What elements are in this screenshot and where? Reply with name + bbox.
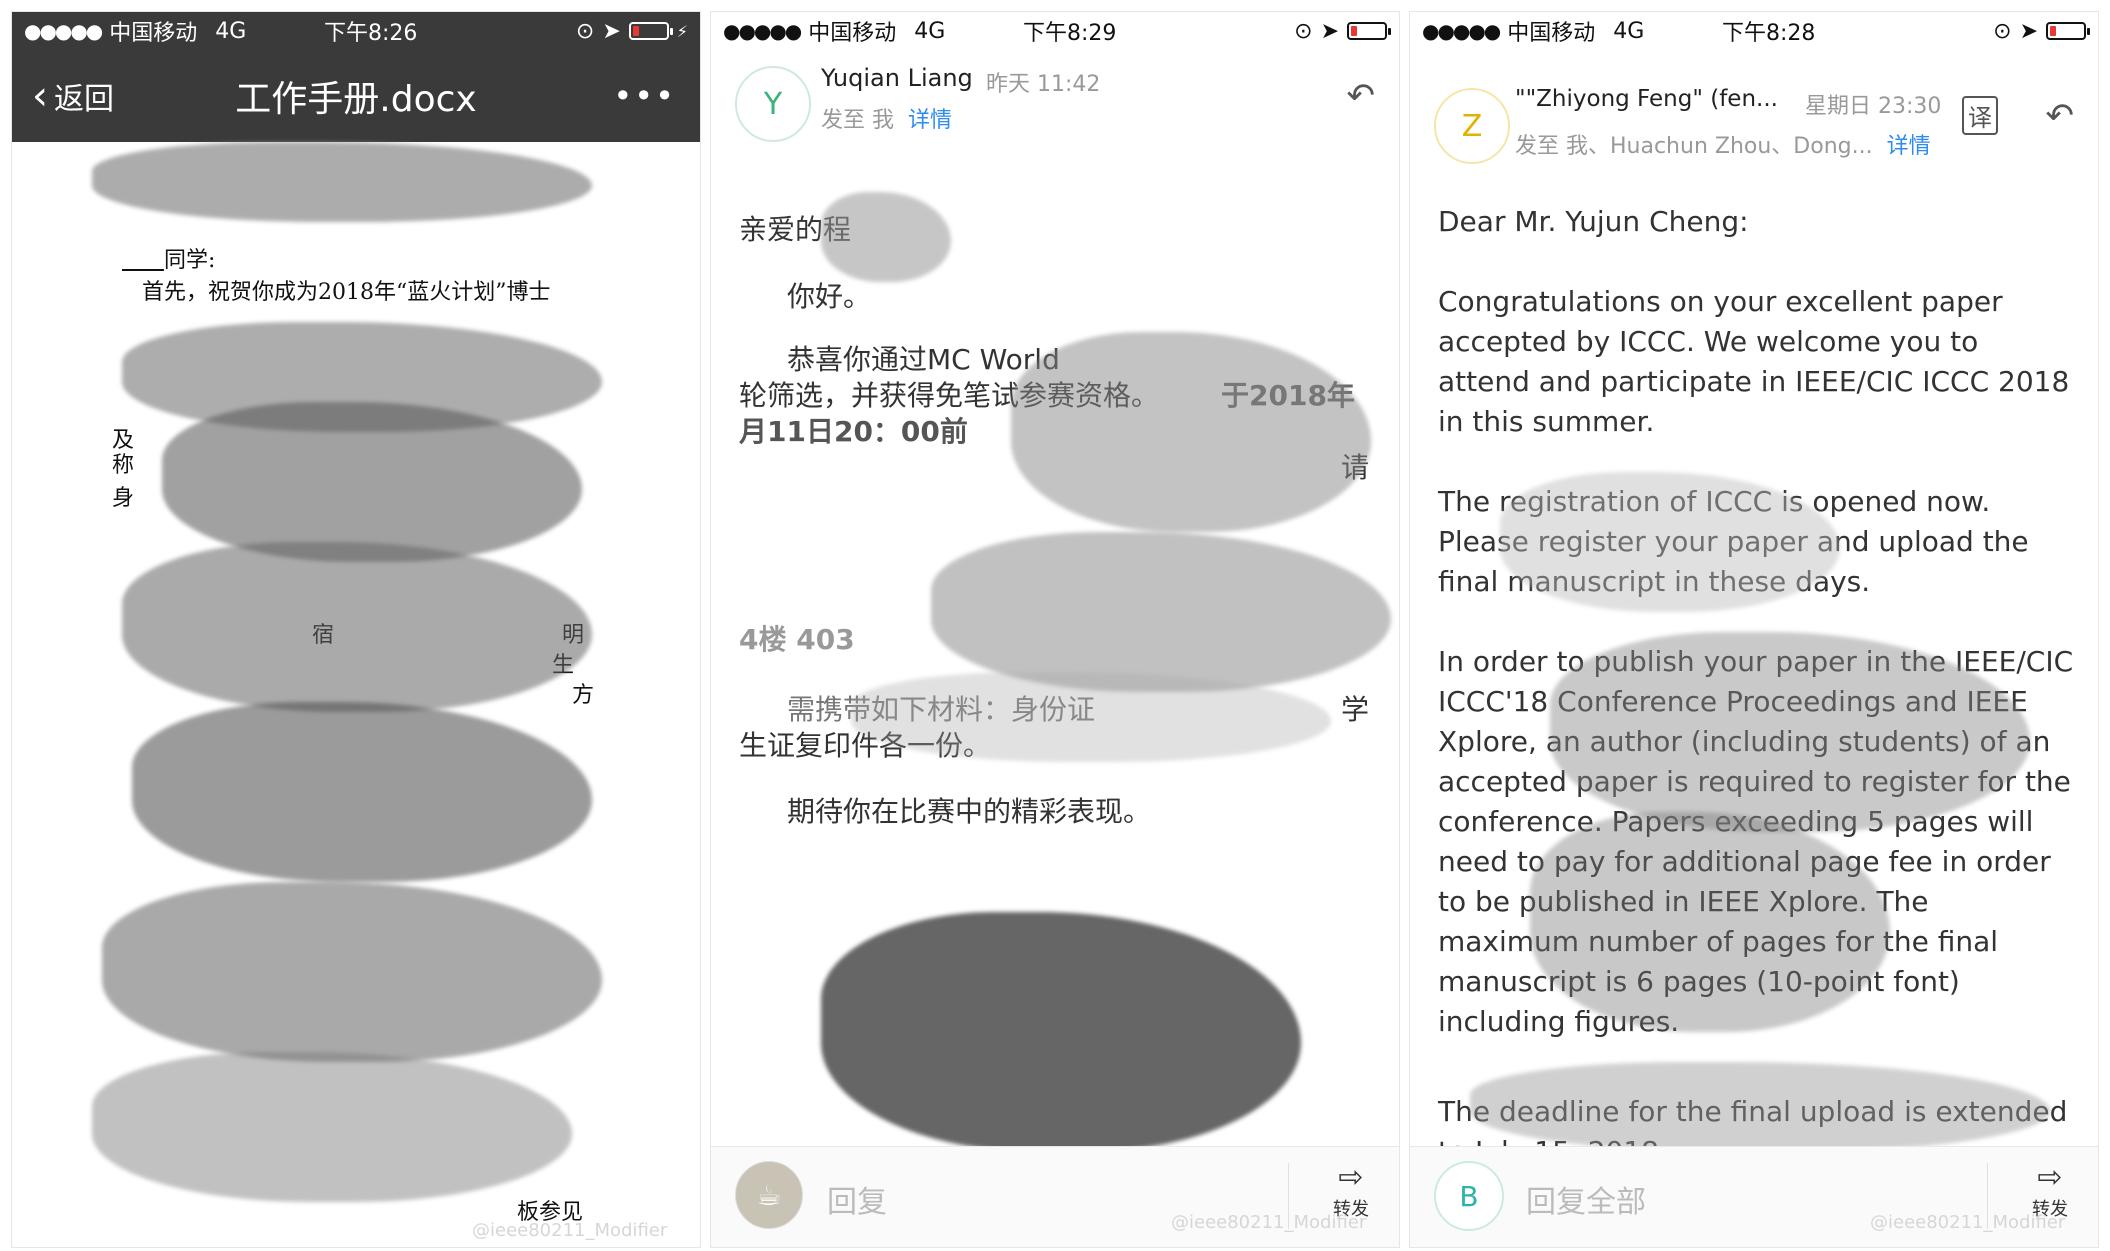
redaction (132, 702, 592, 882)
recipients: 发至 我 详情 (821, 108, 953, 133)
sender-avatar[interactable]: Z (1434, 88, 1510, 164)
phone-mail-2: ●●●●● 中国移动 4G 下午8:28 ⊙ ➤ Z ""Zhiyong Feng… (1410, 12, 2098, 1247)
mail-header: Y Yuqian Liang 昨天 11:42 发至 我 详情 ↶ (711, 50, 1399, 160)
status-time: 下午8:26 (324, 21, 418, 46)
more-button[interactable]: ••• (613, 77, 676, 115)
carrier: 中国移动 (1507, 21, 1596, 46)
paragraph: 恭喜你通过MC World (787, 343, 1060, 376)
signal-dots: ●●●●● (723, 19, 802, 43)
rotation-lock-icon: ⊙ (1993, 18, 2012, 44)
phone-mail-1: ●●●●● 中国移动 4G 下午8:29 ⊙ ➤ Y Yuqian Liang 昨… (711, 12, 1399, 1247)
sender-name[interactable]: ""Zhiyong Feng" (fen... (1515, 86, 1778, 112)
doc-fragment: 称 (112, 453, 135, 478)
location-icon: ➤ (2019, 18, 2038, 44)
network: 4G (215, 18, 247, 44)
reply-icon[interactable]: ↶ (2046, 96, 2075, 136)
nav-bar: ‹ 返回 工作手册.docx ••• (12, 50, 700, 142)
signal-dots: ●●●●● (24, 19, 103, 43)
status-bar: ●●●●● 中国移动 4G 下午8:29 ⊙ ➤ (711, 12, 1399, 50)
doc-fragment: 身 (112, 486, 135, 511)
redaction-qr (821, 912, 1301, 1152)
mail-date: 昨天 11:42 (986, 72, 1101, 97)
redaction (162, 402, 582, 562)
redaction (92, 1052, 572, 1202)
rotation-lock-icon: ⊙ (1294, 18, 1313, 44)
redaction (122, 542, 592, 712)
mail-date: 星期日 23:30 (1805, 94, 1942, 119)
status-bar: ●●●●● 中国移动 4G 下午8:28 ⊙ ➤ (1410, 12, 2098, 50)
location-icon: ➤ (602, 18, 621, 44)
status-time: 下午8:28 (1722, 21, 1816, 46)
watermark: @ieee80211_Modifier (1171, 1212, 1367, 1233)
paragraph: 4楼 403 (739, 623, 855, 656)
hello: 你好。 (787, 280, 872, 313)
phone-doc-viewer: ●●●●● 中国移动 4G 下午8:26 ⊙ ➤ ⚡ ‹ 返回 工作手册.docx … (12, 12, 700, 1247)
forward-icon: ⇨ (1338, 1160, 1364, 1195)
signal-dots: ●●●●● (1422, 19, 1501, 43)
carrier: 中国移动 (109, 21, 198, 46)
paragraph: Congratulations on your excellent paper … (1438, 285, 2070, 438)
mail-body: 亲爱的程 你好。 恭喜你通过MC World 轮筛选，并获得免笔试参赛资格。 于… (711, 172, 1399, 1152)
recipients: 发至 我、Huachun Zhou、Dong... 详情 (1515, 134, 1931, 159)
mail-body: Dear Mr. Yujun Cheng: Congratulations on… (1410, 172, 2098, 1168)
redaction (1470, 1062, 2050, 1152)
document-page: 同学: 首先，祝贺你成为2018年“蓝火计划”博士 及 称 身 宿 明 生 方 … (12, 142, 700, 1247)
mail-header: Z ""Zhiyong Feng" (fen... 星期日 23:30 发至 我… (1410, 50, 2098, 164)
location-icon: ➤ (1320, 18, 1339, 44)
watermark: @ieee80211_Modifier (472, 1220, 668, 1241)
paragraph: 期待你在比赛中的精彩表现。 (787, 795, 1152, 828)
user-avatar: ☕ (735, 1161, 803, 1229)
paragraph: 月11日20：00前 (739, 415, 968, 448)
details-link[interactable]: 详情 (908, 108, 952, 133)
doc-line: 首先，祝贺你成为2018年“蓝火计划”博士 (142, 280, 551, 305)
paragraph: 学 (1341, 693, 1370, 726)
redaction (102, 882, 602, 1062)
status-bar: ●●●●● 中国移动 4G 下午8:26 ⊙ ➤ ⚡ (12, 12, 700, 50)
redaction (821, 192, 951, 282)
sender-avatar[interactable]: Y (735, 66, 811, 142)
doc-fragment: 方 (572, 683, 595, 708)
redaction (931, 532, 1391, 692)
battery-icon (1347, 22, 1391, 40)
user-avatar: B (1434, 1161, 1504, 1231)
network: 4G (1613, 18, 1645, 44)
redaction (1011, 332, 1371, 532)
doc-line: 同学: (163, 248, 216, 273)
page-title: 工作手册.docx (235, 79, 477, 120)
charging-icon: ⚡ (676, 21, 688, 41)
battery-icon (628, 22, 673, 40)
reply-icon[interactable]: ↶ (1347, 76, 1376, 116)
redaction (92, 142, 592, 222)
greeting: Dear Mr. Yujun Cheng: (1438, 205, 1749, 238)
rotation-lock-icon: ⊙ (575, 18, 595, 44)
translate-button[interactable]: 译 (1962, 96, 1998, 135)
battery-icon (2046, 22, 2090, 40)
sender-name[interactable]: Yuqian Liang (821, 64, 973, 92)
forward-icon: ⇨ (2037, 1160, 2063, 1195)
status-time: 下午8:29 (1023, 21, 1117, 46)
watermark: @ieee80211_Modifier (1870, 1212, 2066, 1233)
network: 4G (914, 18, 946, 44)
reply-all-button[interactable]: 回复全部 (1526, 1177, 1646, 1221)
carrier: 中国移动 (808, 21, 897, 46)
reply-button[interactable]: 回复 (827, 1177, 887, 1221)
details-link[interactable]: 详情 (1887, 134, 1931, 159)
